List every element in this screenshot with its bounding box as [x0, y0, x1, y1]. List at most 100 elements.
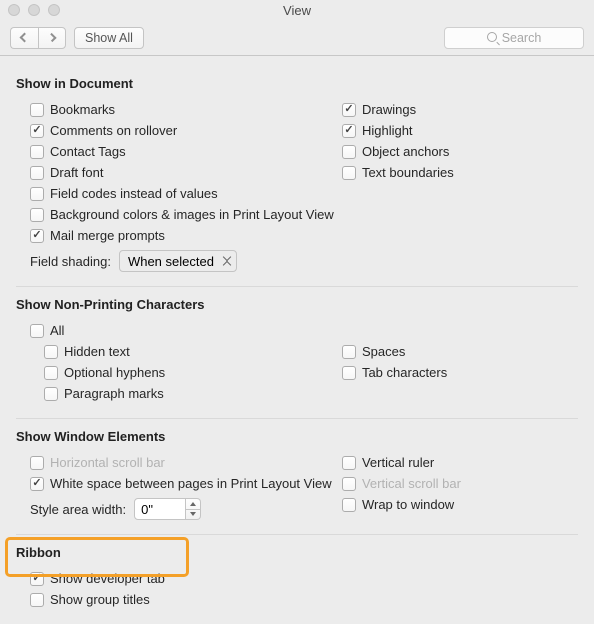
checkbox-highlight[interactable]: Highlight: [342, 124, 413, 138]
checkbox-label: Mail merge prompts: [50, 229, 165, 242]
checkbox-all[interactable]: All: [30, 324, 64, 338]
show-all-button[interactable]: Show All: [74, 27, 144, 49]
search-icon: [487, 32, 498, 43]
search-placeholder: Search: [502, 31, 542, 45]
checkbox-contact-tags[interactable]: Contact Tags: [30, 145, 126, 159]
checkbox-text-boundaries[interactable]: Text boundaries: [342, 166, 454, 180]
checkbox-icon: [44, 387, 58, 401]
checkbox-icon: [30, 187, 44, 201]
checkbox-bookmarks[interactable]: Bookmarks: [30, 103, 115, 117]
checkbox-field-codes[interactable]: Field codes instead of values: [30, 187, 218, 201]
checkbox-icon: [30, 593, 44, 607]
checkbox-paragraph-marks[interactable]: Paragraph marks: [44, 387, 164, 401]
checkbox-white-space[interactable]: White space between pages in Print Layou…: [30, 477, 332, 491]
checkbox-icon: [342, 124, 356, 138]
heading-show-in-document: Show in Document: [16, 76, 578, 91]
section-nonprinting: Show Non-Printing Characters All Hidden …: [16, 287, 578, 419]
checkbox-vertical-ruler[interactable]: Vertical ruler: [342, 456, 434, 470]
checkbox-icon: [342, 345, 356, 359]
checkbox-show-group-titles[interactable]: Show group titles: [30, 593, 150, 607]
checkbox-spaces[interactable]: Spaces: [342, 345, 405, 359]
checkbox-wrap-to-window[interactable]: Wrap to window: [342, 498, 454, 512]
checkbox-label: All: [50, 324, 64, 337]
checkbox-icon: [342, 166, 356, 180]
field-shading-select[interactable]: When selected: [119, 250, 237, 272]
forward-button[interactable]: [38, 27, 66, 49]
nav-seg: [10, 27, 66, 49]
checkbox-label: Field codes instead of values: [50, 187, 218, 200]
toolbar: Show All Search: [0, 20, 594, 56]
window-title: View: [0, 3, 594, 18]
checkbox-label: Drawings: [362, 103, 416, 116]
style-area-width-stepper[interactable]: [186, 498, 201, 520]
heading-window-elements: Show Window Elements: [16, 429, 578, 444]
stepper-up-icon[interactable]: [186, 499, 200, 510]
checkbox-icon: [30, 208, 44, 222]
checkbox-label: Draft font: [50, 166, 103, 179]
checkbox-object-anchors[interactable]: Object anchors: [342, 145, 449, 159]
chevron-right-icon: [47, 33, 56, 42]
checkbox-vertical-scroll: Vertical scroll bar: [342, 477, 461, 491]
checkbox-label: Contact Tags: [50, 145, 126, 158]
checkbox-icon: [30, 456, 44, 470]
checkbox-icon: [342, 477, 356, 491]
checkbox-label: Highlight: [362, 124, 413, 137]
back-button[interactable]: [10, 27, 38, 49]
search-input[interactable]: Search: [444, 27, 584, 49]
checkbox-icon: [342, 498, 356, 512]
section-ribbon: Ribbon Show developer tab Show group tit…: [16, 535, 578, 624]
checkbox-label: Paragraph marks: [64, 387, 164, 400]
checkbox-icon: [30, 166, 44, 180]
checkbox-draft-font[interactable]: Draft font: [30, 166, 103, 180]
checkbox-label: Background colors & images in Print Layo…: [50, 208, 334, 221]
checkbox-icon: [30, 103, 44, 117]
checkbox-icon: [342, 456, 356, 470]
style-area-width-input[interactable]: [134, 498, 186, 520]
checkbox-icon: [342, 103, 356, 117]
checkbox-icon: [30, 145, 44, 159]
checkbox-label: Optional hyphens: [64, 366, 165, 379]
checkbox-tab-characters[interactable]: Tab characters: [342, 366, 447, 380]
checkbox-icon: [30, 477, 44, 491]
checkbox-label: Vertical ruler: [362, 456, 434, 469]
checkbox-hidden-text[interactable]: Hidden text: [44, 345, 130, 359]
checkbox-label: Wrap to window: [362, 498, 454, 511]
section-show-in-document: Show in Document Bookmarks Comments on r…: [16, 66, 578, 287]
field-shading-label: Field shading:: [30, 254, 111, 269]
checkbox-label: Show group titles: [50, 593, 150, 606]
checkbox-background-colors[interactable]: Background colors & images in Print Layo…: [30, 208, 334, 222]
checkbox-show-developer-tab[interactable]: Show developer tab: [30, 572, 165, 586]
chevron-left-icon: [20, 33, 30, 43]
field-shading-dropdown[interactable]: When selected: [119, 250, 237, 272]
checkbox-icon: [30, 229, 44, 243]
heading-nonprinting: Show Non-Printing Characters: [16, 297, 578, 312]
checkbox-label: Text boundaries: [362, 166, 454, 179]
checkbox-comments-on-rollover[interactable]: Comments on rollover: [30, 124, 177, 138]
checkbox-horizontal-scroll: Horizontal scroll bar: [30, 456, 165, 470]
checkbox-icon: [44, 345, 58, 359]
heading-ribbon: Ribbon: [16, 545, 578, 560]
checkbox-label: Vertical scroll bar: [362, 477, 461, 490]
checkbox-label: Show developer tab: [50, 572, 165, 585]
checkbox-label: Comments on rollover: [50, 124, 177, 137]
style-area-width-label: Style area width:: [30, 502, 126, 517]
checkbox-icon: [30, 124, 44, 138]
checkbox-label: Hidden text: [64, 345, 130, 358]
stepper-down-icon[interactable]: [186, 510, 200, 520]
checkbox-icon: [342, 366, 356, 380]
checkbox-mail-merge[interactable]: Mail merge prompts: [30, 229, 165, 243]
checkbox-label: Object anchors: [362, 145, 449, 158]
checkbox-optional-hyphens[interactable]: Optional hyphens: [44, 366, 165, 380]
checkbox-label: Spaces: [362, 345, 405, 358]
checkbox-icon: [342, 145, 356, 159]
checkbox-label: Bookmarks: [50, 103, 115, 116]
checkbox-label: White space between pages in Print Layou…: [50, 477, 332, 490]
titlebar: View: [0, 0, 594, 20]
section-window-elements: Show Window Elements Horizontal scroll b…: [16, 419, 578, 535]
checkbox-icon: [30, 324, 44, 338]
checkbox-icon: [44, 366, 58, 380]
checkbox-label: Tab characters: [362, 366, 447, 379]
checkbox-drawings[interactable]: Drawings: [342, 103, 416, 117]
checkbox-label: Horizontal scroll bar: [50, 456, 165, 469]
checkbox-icon: [30, 572, 44, 586]
